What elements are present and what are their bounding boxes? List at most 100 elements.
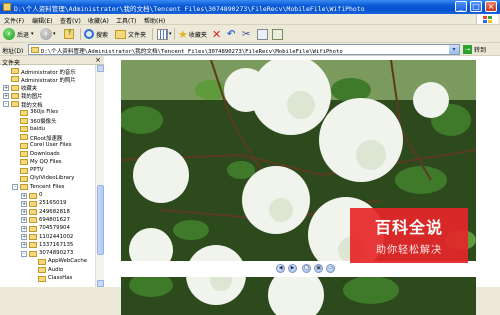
folder-icon [11, 68, 19, 74]
cut-button[interactable]: ✂ [242, 27, 250, 41]
expand-icon[interactable]: + [3, 92, 9, 99]
slideshow-button[interactable]: ▭ [326, 264, 335, 273]
tree-item[interactable]: +25165019 [0, 200, 95, 208]
copy-button[interactable] [257, 27, 268, 41]
tree-item-label: PPTV [30, 167, 44, 174]
folders-button[interactable]: 文件夹 [115, 27, 146, 41]
scrollbar-thumb[interactable] [97, 185, 104, 255]
menu-favorites[interactable]: 收藏(A) [88, 16, 109, 25]
expand-icon[interactable]: + [21, 217, 27, 224]
best-fit-button[interactable]: □ [302, 264, 311, 273]
back-label: 后退 [17, 31, 30, 39]
expand-icon[interactable]: + [21, 242, 27, 249]
tree-item[interactable]: - Tencent Files [0, 183, 95, 191]
delete-button[interactable]: ✕ [212, 27, 221, 41]
folder-icon [29, 250, 37, 257]
paste-button[interactable] [272, 27, 283, 41]
tree-item[interactable]: + 我的图片 [0, 92, 95, 100]
tree-item[interactable]: Corel User Files [0, 142, 95, 150]
folder-icon [20, 159, 28, 166]
undo-icon: ↶ [227, 28, 236, 40]
folder-icon [29, 217, 37, 224]
close-pane-icon[interactable]: × [95, 56, 101, 64]
actual-size-button[interactable]: ▣ [314, 264, 323, 273]
views-grid-icon [157, 28, 168, 40]
expand-icon[interactable]: + [21, 225, 27, 232]
tree-item-label: 360摄像头 [30, 119, 57, 126]
favorites-button[interactable]: ★ 收藏夹 [178, 27, 207, 41]
forward-button[interactable]: › ▾ [40, 27, 56, 41]
collapse-icon[interactable]: - [3, 101, 9, 108]
tree-item-label: Audio [48, 266, 64, 273]
address-input[interactable]: D:\个人资料管理\Administrator\我的文档\Tencent Fil… [28, 44, 460, 55]
tree-item[interactable]: baidu [0, 125, 95, 133]
menu-view[interactable]: 查看(V) [60, 16, 81, 25]
search-label: 搜索 [96, 31, 109, 39]
tree-item[interactable]: Downloads [0, 150, 95, 158]
folder-icon [20, 151, 28, 157]
tree-item[interactable]: +1337167135 [0, 241, 95, 249]
menu-file[interactable]: 文件(F) [4, 16, 24, 25]
menu-tools[interactable]: 工具(T) [116, 16, 136, 25]
favorites-label: 收藏夹 [188, 31, 207, 39]
expand-icon[interactable]: + [21, 192, 27, 199]
search-button[interactable]: 搜索 [84, 27, 108, 41]
tree-item[interactable]: AppWebCache [0, 258, 95, 266]
tree-item[interactable]: Administrator 的音乐 [0, 67, 95, 76]
views-button[interactable]: ▾ [157, 27, 172, 41]
tree-item-label: My QQ Files [30, 158, 62, 165]
tree-item[interactable]: +249682818 [0, 208, 95, 216]
undo-button[interactable]: ↶ [227, 27, 235, 41]
tree-item[interactable]: QiyiVideoLibrary [0, 175, 95, 183]
folder-icon [20, 167, 28, 174]
menu-help[interactable]: 帮助(H) [144, 16, 165, 25]
tree-item[interactable]: Audio [0, 266, 95, 274]
close-button[interactable]: × [485, 1, 497, 12]
folder-icon [31, 47, 39, 53]
folder-icon [20, 109, 28, 116]
folder-icon [11, 84, 19, 91]
go-button[interactable]: → 转到 [463, 44, 498, 55]
maximize-button[interactable]: □ [470, 1, 482, 12]
tree-item[interactable]: 360摄像头 [0, 117, 95, 125]
tree-item-label: 3074890273 [39, 250, 74, 257]
back-button[interactable]: ‹ 后退 ▾ [3, 27, 34, 41]
tree-item[interactable]: +694801627 [0, 216, 95, 224]
forward-arrow-icon: › [40, 28, 52, 40]
expand-icon[interactable]: + [21, 209, 27, 216]
tree-item[interactable]: + 收藏夹 [0, 84, 95, 92]
tree-item[interactable]: +704579904 [0, 225, 95, 233]
folder-icon [29, 209, 37, 216]
tree-item[interactable]: My QQ Files [0, 158, 95, 166]
previous-image-button[interactable]: ◀ [276, 264, 285, 273]
minimize-button[interactable]: _ [455, 1, 467, 12]
tree-item[interactable]: - 3074890273 [0, 250, 95, 258]
tree-item[interactable]: CRoot加速器 [0, 133, 95, 142]
expand-icon[interactable]: + [21, 234, 27, 240]
scroll-down-icon[interactable] [97, 280, 104, 287]
tree-item-label: 694801627 [39, 216, 70, 223]
address-path: D:\个人资料管理\Administrator\我的文档\Tencent Fil… [41, 48, 343, 55]
next-image-button[interactable]: ▶ [288, 264, 297, 273]
windows-logo-icon [476, 14, 498, 24]
tree-item[interactable]: +0 [0, 192, 95, 200]
collapse-icon[interactable]: - [12, 184, 18, 191]
tree-item[interactable]: +1102441002 [0, 233, 95, 241]
chevron-down-icon[interactable]: ▾ [449, 45, 459, 54]
tree-item-label: Downloads [30, 150, 60, 157]
tree-item[interactable]: ClassHas [0, 275, 95, 283]
folder-icon [29, 242, 37, 249]
tree-item[interactable]: Administrator 的照片 [0, 75, 95, 84]
expand-icon[interactable]: + [21, 200, 27, 207]
tree-item[interactable]: PPTV [0, 167, 95, 175]
up-folder-button[interactable]: ↑ [64, 27, 74, 41]
tree-item[interactable]: - 我的文档 [0, 100, 95, 109]
collapse-icon[interactable]: - [21, 250, 27, 257]
scroll-up-icon[interactable] [97, 65, 104, 72]
expand-icon[interactable]: + [3, 84, 9, 91]
menu-edit[interactable]: 编辑(E) [32, 16, 52, 25]
folder-pane-scrollbar[interactable] [95, 65, 104, 287]
tree-item[interactable]: 360js Files [0, 109, 95, 117]
folders-icon [115, 29, 126, 39]
go-arrow-icon: → [463, 45, 472, 54]
